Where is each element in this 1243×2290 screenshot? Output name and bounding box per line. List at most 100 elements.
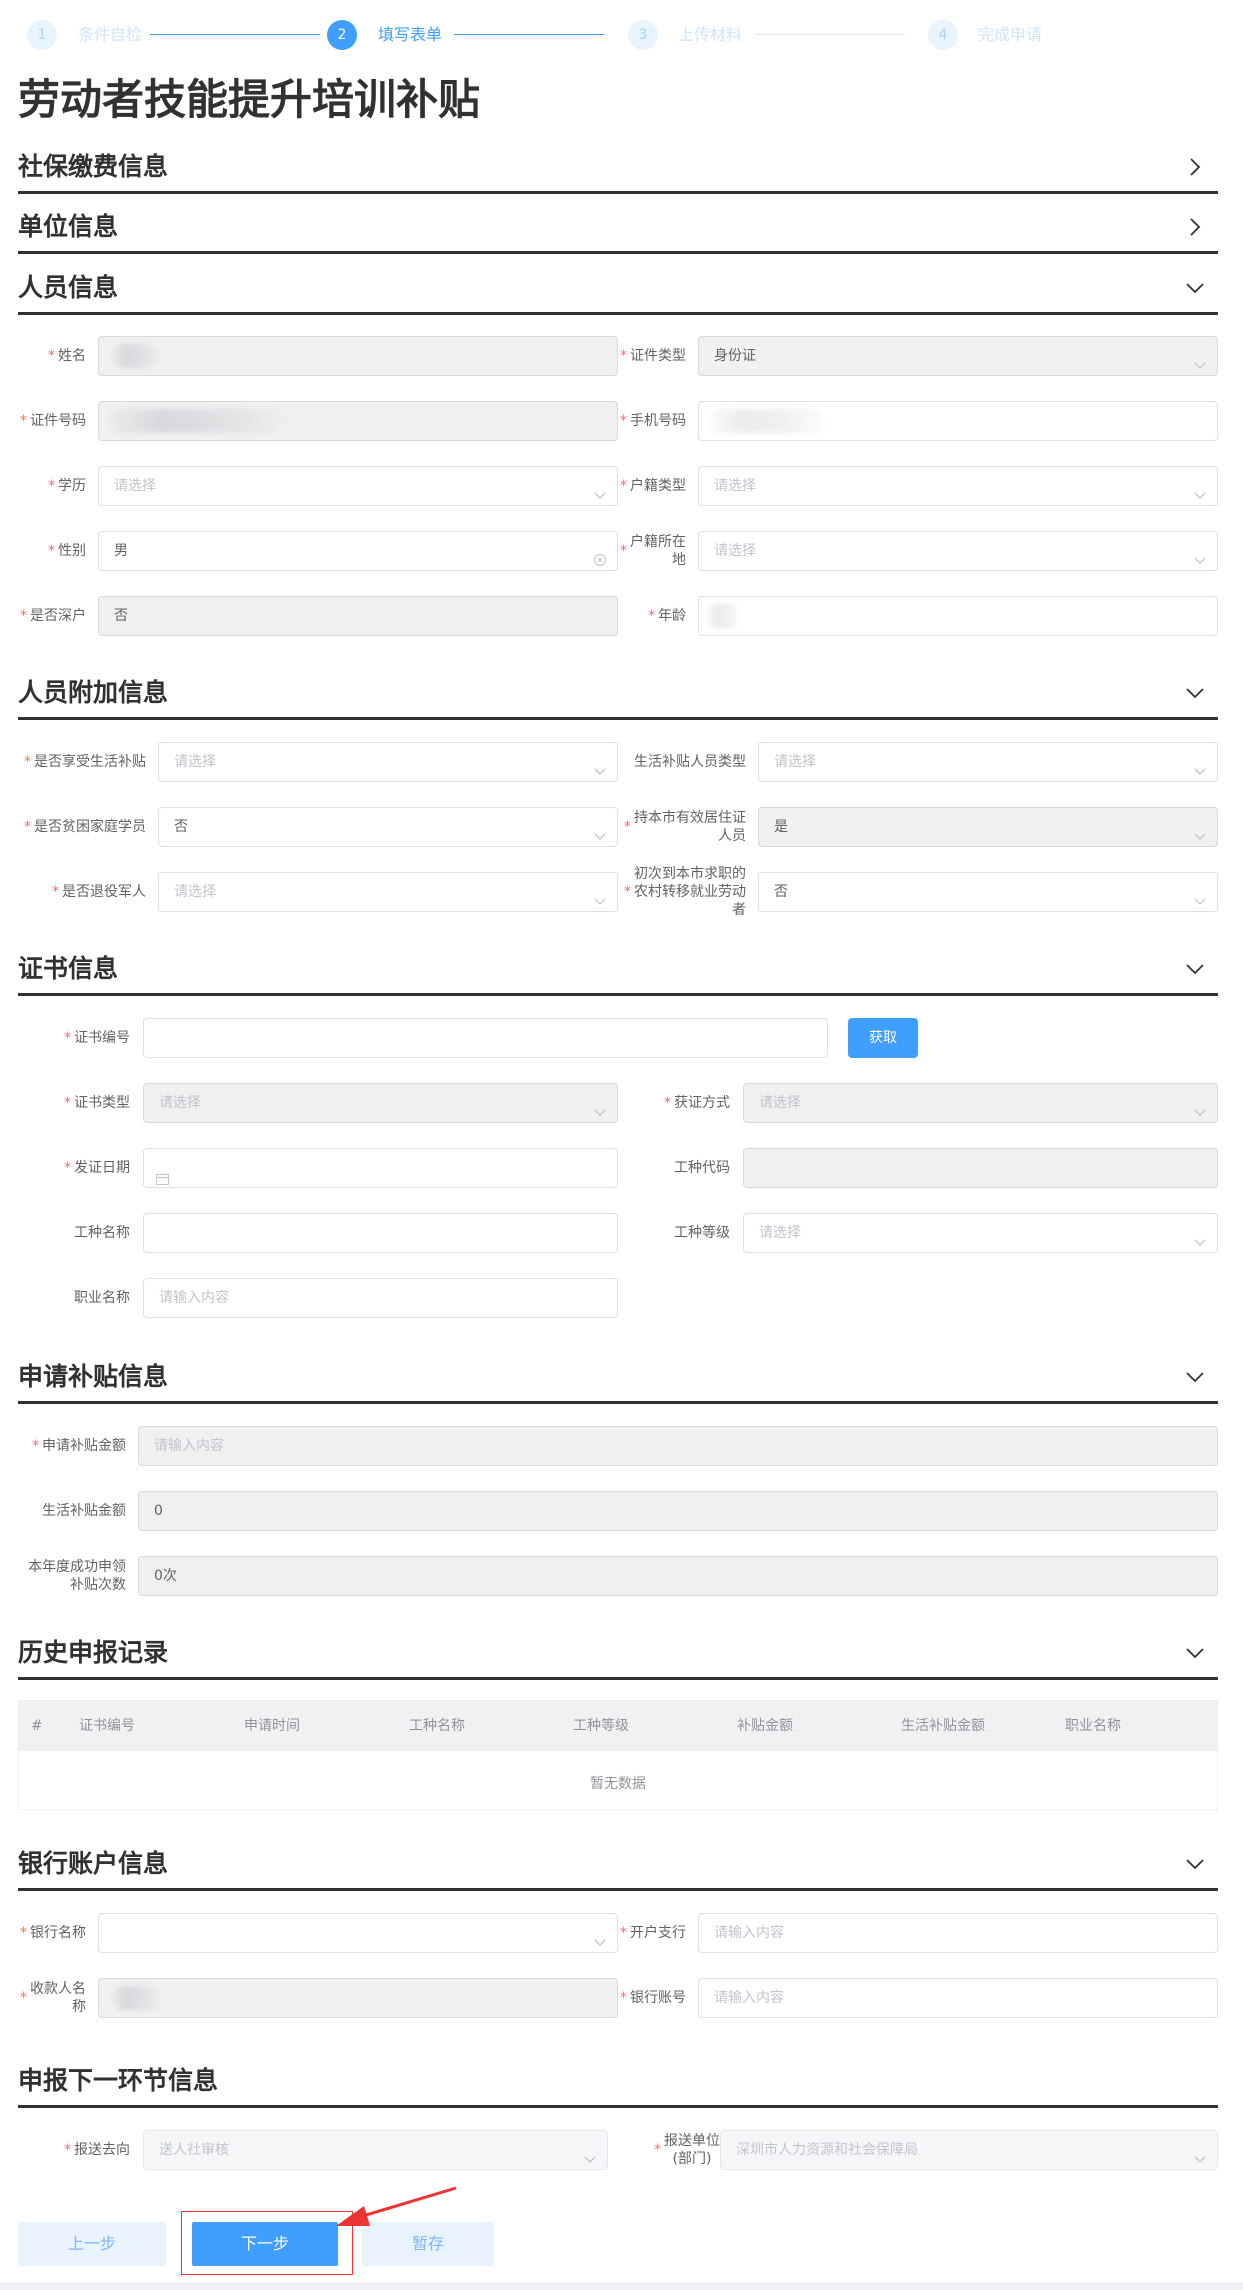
resident-permit-label: * 持本市有效居住证 人员: [624, 810, 746, 844]
gender-label: * 性别: [48, 543, 86, 559]
chevron-down-icon: [593, 1926, 607, 1946]
job-level-select[interactable]: 请选择: [743, 1213, 1218, 1253]
veteran-select[interactable]: 请选择: [158, 872, 618, 912]
step-4-number: 4: [928, 20, 958, 50]
step-2-number: 2: [327, 20, 357, 50]
annotation-arrow-icon: [330, 2186, 460, 2234]
living-subsidy-label: * 是否享受生活补贴: [24, 754, 146, 770]
living-amount-label: 生活补贴金额: [42, 1503, 126, 1519]
submit-direction-label: * 报送去向: [64, 2142, 130, 2158]
annual-count-field: 0次: [138, 1556, 1218, 1596]
occupation-label: 职业名称: [74, 1290, 130, 1306]
section-certificate-info[interactable]: 证书信息: [18, 940, 1218, 996]
chevron-down-icon[interactable]: [1184, 1366, 1206, 1388]
cert-number-label: * 证书编号: [64, 1030, 130, 1046]
branch-input[interactable]: 请输入内容: [698, 1913, 1218, 1953]
hukou-location-label: * 户籍所在地: [620, 534, 686, 568]
cert-method-select: 请选择: [743, 1083, 1218, 1123]
highlight-box: [181, 2211, 353, 2275]
phone-label: * 手机号码: [620, 413, 686, 429]
education-select[interactable]: 请选择: [98, 466, 618, 506]
chevron-down-icon: [1193, 349, 1207, 369]
prev-step-button[interactable]: 上一步: [18, 2222, 166, 2266]
section-next-step-info: 申报下一环节信息: [18, 2052, 1218, 2108]
bank-name-select[interactable]: [98, 1913, 618, 1953]
occupation-input[interactable]: 请输入内容: [143, 1278, 618, 1318]
column-header: 补贴金额: [737, 1718, 793, 1734]
living-subsidy-type-label: 生活补贴人员类型: [634, 754, 746, 770]
bottom-bar: [0, 2282, 1243, 2290]
annual-count-label: 本年度成功申领 补贴次数: [28, 1559, 126, 1593]
section-bank-info[interactable]: 银行账户信息: [18, 1835, 1218, 1891]
column-header: 申请时间: [244, 1718, 300, 1734]
education-label: * 学历: [48, 478, 86, 494]
payee-name-label: * 收款人名称: [20, 1981, 86, 2015]
poor-family-select[interactable]: 否: [158, 807, 618, 847]
submit-unit-label: * 报送单位 (部门): [654, 2133, 720, 2167]
rural-migrant-label: * 初次到本市求职的 农村转移就业劳动者: [624, 866, 746, 918]
living-subsidy-select[interactable]: 请选择: [158, 742, 618, 782]
step-3-number: 3: [628, 20, 658, 50]
clear-icon[interactable]: [593, 544, 607, 566]
phone-input[interactable]: [698, 401, 1218, 441]
id-number-field: [98, 401, 618, 441]
chevron-down-icon: [593, 820, 607, 840]
id-type-label: * 证件类型: [620, 348, 686, 364]
chevron-down-icon[interactable]: [1184, 277, 1206, 299]
chevron-down-icon[interactable]: [1184, 958, 1206, 980]
hukou-type-label: * 户籍类型: [620, 478, 686, 494]
age-input[interactable]: [698, 596, 1218, 636]
section-title: 申报下一环节信息: [18, 2066, 219, 2095]
hukou-type-select[interactable]: 请选择: [698, 466, 1218, 506]
job-name-label: 工种名称: [74, 1225, 130, 1241]
section-additional-info[interactable]: 人员附加信息: [18, 664, 1218, 720]
section-unit-info[interactable]: 单位信息: [18, 198, 1218, 254]
section-title: 社保缴费信息: [18, 152, 169, 181]
chevron-down-icon: [1193, 479, 1207, 499]
chevron-right-icon[interactable]: [1184, 216, 1206, 238]
section-history[interactable]: 历史申报记录: [18, 1624, 1218, 1680]
get-cert-button[interactable]: 获取: [848, 1018, 918, 1058]
payee-name-field: [98, 1978, 618, 2018]
chevron-down-icon: [1193, 2143, 1207, 2163]
submit-direction-select: 送人社审核: [143, 2130, 608, 2170]
subsidy-amount-field: 请输入内容: [138, 1426, 1218, 1466]
bank-name-label: * 银行名称: [20, 1925, 86, 1941]
account-number-label: * 银行账号: [620, 1990, 686, 2006]
shenzhen-hukou-field: 否: [98, 596, 618, 636]
gender-select[interactable]: 男: [98, 531, 618, 571]
shenzhen-hukou-label: * 是否深户: [20, 608, 86, 624]
issue-date-picker[interactable]: [143, 1148, 618, 1188]
chevron-down-icon[interactable]: [1184, 1853, 1206, 1875]
chevron-down-icon[interactable]: [1184, 1642, 1206, 1664]
hukou-location-select[interactable]: 请选择: [698, 531, 1218, 571]
job-code-field: [743, 1148, 1218, 1188]
submit-unit-select: 深圳市人力资源和社会保障局: [720, 2130, 1218, 2170]
column-header: 工种等级: [573, 1718, 629, 1734]
chevron-down-icon[interactable]: [1184, 682, 1206, 704]
step-connector: [755, 34, 905, 35]
empty-text: 暂无数据: [590, 1776, 646, 1792]
chevron-down-icon: [1193, 1096, 1207, 1116]
rural-migrant-select[interactable]: 否: [758, 872, 1218, 912]
job-name-input[interactable]: [143, 1213, 618, 1253]
section-subsidy-info[interactable]: 申请补贴信息: [18, 1348, 1218, 1404]
section-social-insurance[interactable]: 社保缴费信息: [18, 138, 1218, 194]
account-number-input[interactable]: 请输入内容: [698, 1978, 1218, 2018]
section-person-info[interactable]: 人员信息: [18, 259, 1218, 315]
history-table: # 证书编号 申请时间 工种名称 工种等级 补贴金额 生活补贴金额 职业名称 暂…: [18, 1700, 1218, 1810]
section-title: 人员附加信息: [18, 678, 169, 707]
chevron-right-icon[interactable]: [1184, 156, 1206, 178]
id-number-label: * 证件号码: [20, 413, 86, 429]
section-title: 银行账户信息: [18, 1849, 169, 1878]
cert-number-input[interactable]: [143, 1018, 828, 1058]
living-amount-field: 0: [138, 1491, 1218, 1531]
living-subsidy-type-select[interactable]: 请选择: [758, 742, 1218, 782]
issue-date-label: * 发证日期: [64, 1160, 130, 1176]
veteran-label: * 是否退役军人: [52, 884, 146, 900]
chevron-down-icon: [1193, 1226, 1207, 1246]
chevron-down-icon: [1193, 755, 1207, 775]
poor-family-label: * 是否贫困家庭学员: [24, 819, 146, 835]
chevron-down-icon: [1193, 544, 1207, 564]
table-header: # 证书编号 申请时间 工种名称 工种等级 补贴金额 生活补贴金额 职业名称: [19, 1701, 1217, 1751]
